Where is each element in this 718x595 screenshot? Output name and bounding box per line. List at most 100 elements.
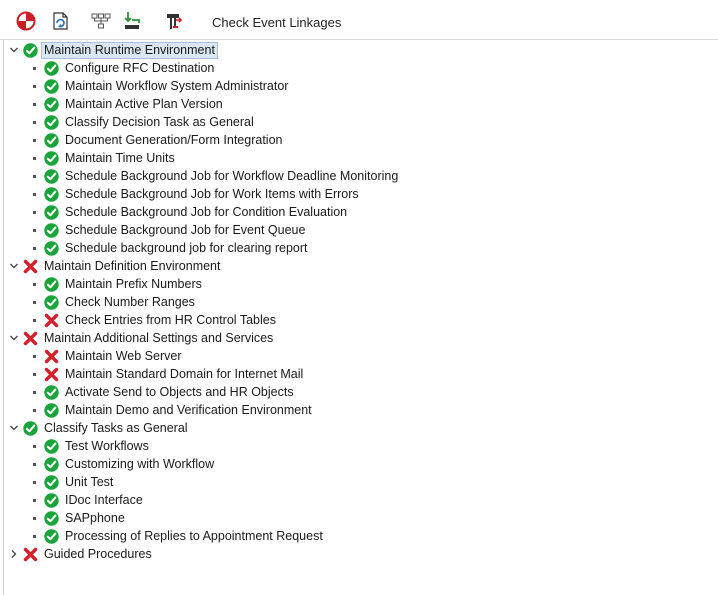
refresh-button[interactable] — [48, 10, 72, 32]
tree-node-schedule-background-job-for-work-items-with-errors[interactable]: Schedule Background Job for Work Items w… — [30, 185, 359, 203]
transport-button[interactable] — [120, 10, 144, 32]
tree-bullet — [33, 300, 36, 304]
tree-bullet — [33, 156, 36, 160]
tree-node-schedule-background-job-for-condition-evaluation[interactable]: Schedule Background Job for Condition Ev… — [30, 203, 347, 221]
tree-node-label: Maintain Prefix Numbers — [65, 277, 202, 291]
tree-node-document-generation-form-integration[interactable]: Document Generation/Form Integration — [30, 131, 282, 149]
error-x-icon — [23, 547, 38, 562]
tree-bullet — [33, 444, 36, 448]
collapse-chevron-icon[interactable] — [8, 44, 20, 56]
tree-node-label: Activate Send to Objects and HR Objects — [65, 385, 294, 399]
tree-node-maintain-definition-environment[interactable]: Maintain Definition Environment — [8, 257, 220, 275]
tree-node-unit-test[interactable]: Unit Test — [30, 473, 113, 491]
tree-node-configure-rfc-destination[interactable]: Configure RFC Destination — [30, 59, 214, 77]
tree-node-maintain-web-server[interactable]: Maintain Web Server — [30, 347, 182, 365]
tree-node-classify-decision-task-as-general[interactable]: Classify Decision Task as General — [30, 113, 254, 131]
tree-bullet — [33, 354, 36, 358]
check-ok-icon — [44, 402, 59, 418]
check-ok-icon — [44, 150, 59, 166]
tree-node-test-workflows[interactable]: Test Workflows — [30, 437, 149, 455]
tree-node-label: Maintain Definition Environment — [44, 259, 221, 273]
tree-node-label: Classify Decision Task as General — [65, 115, 254, 129]
check-ok-icon — [44, 222, 59, 238]
tree-node-label: Schedule Background Job for Event Queue — [65, 223, 306, 237]
tree-left-border — [3, 40, 4, 595]
check-ok-icon — [44, 456, 59, 472]
tree-node-classify-tasks-as-general[interactable]: Classify Tasks as General — [8, 419, 188, 437]
tree-node-maintain-prefix-numbers[interactable]: Maintain Prefix Numbers — [30, 275, 202, 293]
tree-bullet — [33, 102, 36, 106]
tree-node-label: IDoc Interface — [65, 493, 143, 507]
tree-node-maintain-runtime-environment[interactable]: Maintain Runtime Environment — [8, 41, 218, 59]
tree-node-schedule-background-job-for-clearing-report[interactable]: Schedule background job for clearing rep… — [30, 239, 308, 257]
tree-bullet — [33, 192, 36, 196]
collapse-chevron-icon[interactable] — [8, 260, 20, 272]
collapse-chevron-icon[interactable] — [8, 422, 20, 434]
tree-node-check-number-ranges[interactable]: Check Number Ranges — [30, 293, 195, 311]
tree-node-label: Check Entries from HR Control Tables — [65, 313, 276, 327]
tree-node-activate-send-to-objects-and-hr-objects[interactable]: Activate Send to Objects and HR Objects — [30, 383, 294, 401]
hierarchy-button[interactable] — [89, 10, 113, 32]
tree-bullet — [33, 390, 36, 394]
tree-node-label: Check Number Ranges — [65, 295, 195, 309]
toolbar: Check Event Linkages — [0, 0, 718, 40]
tree-node-maintain-workflow-system-administrator[interactable]: Maintain Workflow System Administrator — [30, 77, 288, 95]
tree-node-label: Maintain Workflow System Administrator — [65, 79, 289, 93]
tree-bullet — [33, 372, 36, 376]
check-ok-icon — [44, 168, 59, 184]
tree-node-label: Maintain Demo and Verification Environme… — [65, 403, 312, 417]
event-linkage-icon — [167, 14, 183, 29]
tree-node-label: Schedule background job for clearing rep… — [65, 241, 308, 255]
tree-node-label: Test Workflows — [65, 439, 149, 453]
tree-node-processing-of-replies-to-appointment-request[interactable]: Processing of Replies to Appointment Req… — [30, 527, 323, 545]
tree-node-label: Maintain Active Plan Version — [65, 97, 223, 111]
tree-node-label: Maintain Time Units — [65, 151, 175, 165]
tree-node-label: Maintain Additional Settings and Service… — [44, 331, 274, 345]
tree-node-label: Schedule Background Job for Workflow Dea… — [65, 169, 399, 183]
tree-node-label: Processing of Replies to Appointment Req… — [65, 529, 323, 543]
tree-bullet — [33, 462, 36, 466]
tree-node-label: Schedule Background Job for Work Items w… — [65, 187, 359, 201]
tree-node-maintain-active-plan-version[interactable]: Maintain Active Plan Version — [30, 95, 223, 113]
tree-node-label: SAPphone — [65, 511, 125, 525]
tree-node-maintain-additional-settings-and-services[interactable]: Maintain Additional Settings and Service… — [8, 329, 273, 347]
error-x-icon — [44, 367, 59, 382]
check-ok-icon — [44, 204, 59, 220]
check-ok-icon — [44, 186, 59, 202]
check-ok-icon — [44, 294, 59, 310]
tree-bullet — [33, 282, 36, 286]
tree-bullet — [33, 408, 36, 412]
check-ok-icon — [44, 276, 59, 292]
check-ok-icon — [44, 78, 59, 94]
tree-node-schedule-background-job-for-workflow-deadline-monitoring[interactable]: Schedule Background Job for Workflow Dea… — [30, 167, 398, 185]
tree-node-schedule-background-job-for-event-queue[interactable]: Schedule Background Job for Event Queue — [30, 221, 305, 239]
execute-button[interactable] — [14, 10, 38, 32]
collapse-chevron-icon[interactable] — [8, 332, 20, 344]
tree-node-label: Schedule Background Job for Condition Ev… — [65, 205, 348, 219]
check-ok-icon — [23, 420, 38, 436]
tree-bullet — [33, 138, 36, 142]
tree-bullet — [33, 498, 36, 502]
tree-node-maintain-time-units[interactable]: Maintain Time Units — [30, 149, 175, 167]
tree-node-label: Unit Test — [65, 475, 114, 489]
check-ok-icon — [44, 60, 59, 76]
tree-node-idoc-interface[interactable]: IDoc Interface — [30, 491, 143, 509]
check-ok-icon — [44, 510, 59, 526]
tree-node-maintain-standard-domain-for-internet-mail[interactable]: Maintain Standard Domain for Internet Ma… — [30, 365, 303, 383]
tree-node-label: Maintain Runtime Environment — [41, 41, 218, 59]
error-x-icon — [44, 313, 59, 328]
tree-bullet — [33, 246, 36, 250]
tree-node-label: Classify Tasks as General — [44, 421, 188, 435]
check-event-linkages-button[interactable]: Check Event Linkages — [212, 15, 341, 30]
check-ok-icon — [44, 240, 59, 256]
tree-bullet — [33, 516, 36, 520]
tree-node-maintain-demo-and-verification-environment[interactable]: Maintain Demo and Verification Environme… — [30, 401, 312, 419]
check-ok-icon — [44, 96, 59, 112]
tree-node-customizing-with-workflow[interactable]: Customizing with Workflow — [30, 455, 214, 473]
tree-node-check-entries-from-hr-control-tables[interactable]: Check Entries from HR Control Tables — [30, 311, 276, 329]
tree-node-sapphone[interactable]: SAPphone — [30, 509, 125, 527]
display-log-button[interactable] — [162, 10, 186, 32]
tree-node-label: Maintain Standard Domain for Internet Ma… — [65, 367, 304, 381]
expand-chevron-icon[interactable] — [8, 548, 20, 560]
tree-node-guided-procedures[interactable]: Guided Procedures — [8, 545, 152, 563]
